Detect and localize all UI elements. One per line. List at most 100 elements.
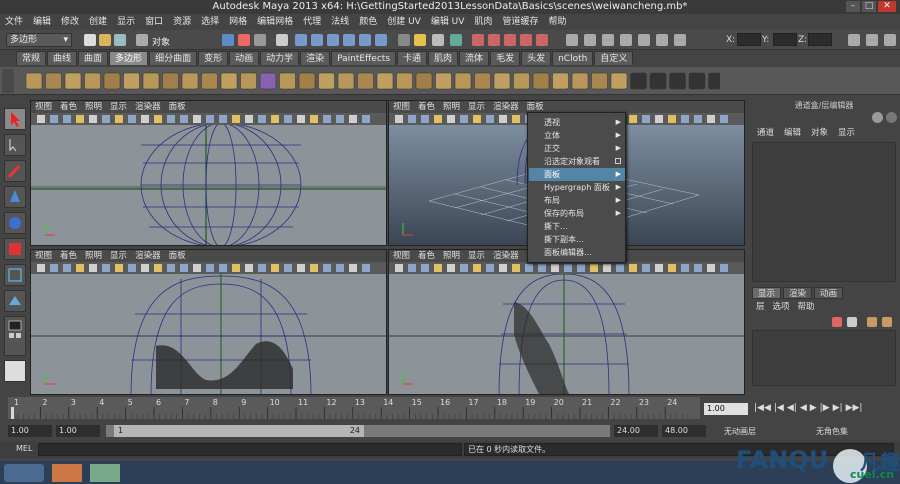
context-menu-item[interactable]: 面板 ▶ bbox=[529, 168, 625, 181]
pane-toolbar-icon[interactable] bbox=[115, 115, 123, 123]
shelf-tool-icon[interactable] bbox=[279, 72, 296, 90]
pane-toolbar-icon[interactable] bbox=[434, 115, 442, 123]
soft-select-icon[interactable] bbox=[602, 34, 614, 46]
pane-toolbar-icon[interactable] bbox=[668, 115, 676, 123]
shelf-tab[interactable]: 多边形 bbox=[109, 51, 149, 65]
channel-box-icon[interactable] bbox=[884, 34, 896, 46]
end-time-field[interactable]: 48.00 bbox=[662, 425, 706, 437]
pane-menu-item[interactable]: 照明 bbox=[439, 101, 464, 113]
menu-item[interactable]: 选择 bbox=[196, 14, 224, 30]
input-output-icon[interactable] bbox=[375, 34, 387, 46]
menu-item[interactable]: 代理 bbox=[298, 14, 326, 30]
shelf-tool-icon[interactable] bbox=[84, 72, 101, 90]
shelf-tool-icon[interactable] bbox=[103, 72, 121, 90]
shelf-tool-icon[interactable] bbox=[337, 72, 355, 90]
snap-point-icon[interactable] bbox=[327, 34, 339, 46]
shelf-tab[interactable]: 细分曲面 bbox=[149, 51, 198, 65]
menu-item[interactable]: 窗口 bbox=[140, 14, 168, 30]
shelf-icons[interactable] bbox=[20, 67, 720, 95]
channel-box-menu-item[interactable]: 对象 bbox=[806, 127, 833, 139]
pane-toolbar-icon[interactable] bbox=[219, 264, 227, 272]
shelf-tool-icon[interactable] bbox=[240, 72, 257, 90]
snap-curve-icon[interactable] bbox=[311, 34, 323, 46]
rotate-tool-icon[interactable] bbox=[4, 212, 26, 234]
snap-grid-icon[interactable] bbox=[295, 34, 307, 46]
shelf-tab[interactable]: 动力学 bbox=[260, 51, 300, 65]
current-frame-field[interactable]: 1.00 bbox=[704, 403, 748, 415]
pane-toolbar-icon[interactable] bbox=[460, 264, 468, 272]
pane-toolbar-icon[interactable] bbox=[473, 115, 481, 123]
shelf-tool-icon[interactable] bbox=[318, 72, 335, 90]
pane-toolbar-icon[interactable] bbox=[271, 115, 279, 123]
lasso-tool-icon[interactable] bbox=[4, 134, 26, 156]
pane-toolbar-icon[interactable] bbox=[37, 115, 45, 123]
pane-toolbar-icon[interactable] bbox=[89, 115, 97, 123]
pane-toolbar-icon[interactable] bbox=[499, 264, 507, 272]
time-slider[interactable]: 1 2 3 4 5 6 7 8 9 10 11 12 13 14 15 16 17 18 19 20 21 22 23 24 … bbox=[0, 395, 900, 421]
paint-select-icon[interactable] bbox=[584, 34, 596, 46]
menu-item[interactable]: 帮助 bbox=[543, 14, 571, 30]
pane-toolbar-icon[interactable] bbox=[284, 264, 292, 272]
shelf-tool-icon[interactable] bbox=[25, 72, 43, 90]
lighting-icon[interactable] bbox=[520, 34, 532, 46]
pane-toolbar-icon[interactable] bbox=[603, 264, 611, 272]
lasso-icon[interactable] bbox=[566, 34, 578, 46]
pane-toolbar-icon[interactable] bbox=[408, 264, 416, 272]
layer-editor-menu-item[interactable]: 层 bbox=[752, 301, 769, 313]
context-menu-item[interactable]: 撕下副本... bbox=[529, 233, 625, 246]
ipr-render-icon[interactable] bbox=[450, 34, 462, 46]
menu-item[interactable]: 显示 bbox=[112, 14, 140, 30]
layer-up-icon[interactable] bbox=[867, 317, 877, 327]
pane-toolbar-icon[interactable] bbox=[525, 264, 533, 272]
tool-settings-icon[interactable] bbox=[866, 34, 878, 46]
render-view-icon[interactable] bbox=[488, 34, 500, 46]
shelf-tool-icon[interactable] bbox=[64, 72, 82, 90]
start-button[interactable] bbox=[4, 464, 44, 482]
pane-toolbar-icon[interactable] bbox=[512, 264, 520, 272]
current-time-indicator[interactable] bbox=[11, 407, 14, 419]
open-scene-icon[interactable] bbox=[99, 34, 111, 46]
go-to-start-icon[interactable]: |◀◀ bbox=[754, 403, 771, 417]
pane-menu-item[interactable]: 显示 bbox=[106, 250, 131, 262]
character-set-select[interactable]: 无角色集 bbox=[816, 426, 848, 437]
menu-item[interactable]: 管道缓存 bbox=[497, 14, 543, 30]
shelf-tool-icon[interactable] bbox=[259, 72, 277, 90]
pane-toolbar-icon[interactable] bbox=[629, 115, 637, 123]
select-tool-icon[interactable] bbox=[4, 108, 26, 130]
pane-toolbar-icon[interactable] bbox=[63, 115, 71, 123]
pane-toolbar-icon[interactable] bbox=[336, 115, 344, 123]
pane-toolbar-icon[interactable] bbox=[232, 115, 240, 123]
menu-item[interactable]: 编辑 UV bbox=[426, 14, 470, 30]
pane-toolbar-icon[interactable] bbox=[50, 115, 58, 123]
pane-toolbar-icon[interactable] bbox=[76, 115, 84, 123]
pane-toolbar-icon[interactable] bbox=[141, 115, 149, 123]
pane-toolbar-icon[interactable] bbox=[564, 264, 572, 272]
context-menu-item[interactable]: 布局 ▶ bbox=[529, 194, 625, 207]
viewport-top-left[interactable]: 视图 着色 照明 显示 渲染器 面板 bbox=[30, 100, 387, 246]
render-layer-icon[interactable] bbox=[536, 34, 548, 46]
pane-toolbar-icon[interactable] bbox=[720, 115, 728, 123]
pane-menu-item[interactable]: 面板 bbox=[165, 250, 190, 262]
shelf-tab[interactable]: 头发 bbox=[521, 51, 552, 65]
pane-toolbar-icon[interactable] bbox=[310, 115, 318, 123]
pane-toolbar-icon[interactable] bbox=[349, 115, 357, 123]
curve-mask-icon[interactable] bbox=[276, 34, 288, 46]
pane-toolbar-icon[interactable] bbox=[336, 264, 344, 272]
layer-editor-menu-item[interactable]: 选项 bbox=[769, 301, 794, 313]
menu-item[interactable]: 创建 bbox=[84, 14, 112, 30]
wireframe-icon[interactable] bbox=[656, 34, 668, 46]
pane-toolbar-icon[interactable] bbox=[460, 115, 468, 123]
shelf-tab[interactable]: 流体 bbox=[459, 51, 490, 65]
shelf-tool-icon[interactable] bbox=[376, 72, 394, 90]
context-menu-item[interactable]: 沿选定对象观看 bbox=[529, 155, 625, 168]
taskbar-app-icon[interactable] bbox=[90, 464, 120, 482]
channel-box-menu-item[interactable]: 显示 bbox=[833, 127, 860, 139]
channel-box-toggle-icon[interactable] bbox=[872, 112, 883, 123]
shelf-tab[interactable]: 动画 bbox=[229, 51, 260, 65]
option-box-icon[interactable] bbox=[615, 158, 621, 164]
context-menu-item[interactable]: 透视 ▶ bbox=[529, 116, 625, 129]
viewport-canvas[interactable] bbox=[31, 274, 386, 394]
pane-toolbar-icon[interactable] bbox=[486, 115, 494, 123]
shelf-tool-icon[interactable] bbox=[415, 72, 433, 90]
pane-toolbar-icon[interactable] bbox=[681, 115, 689, 123]
